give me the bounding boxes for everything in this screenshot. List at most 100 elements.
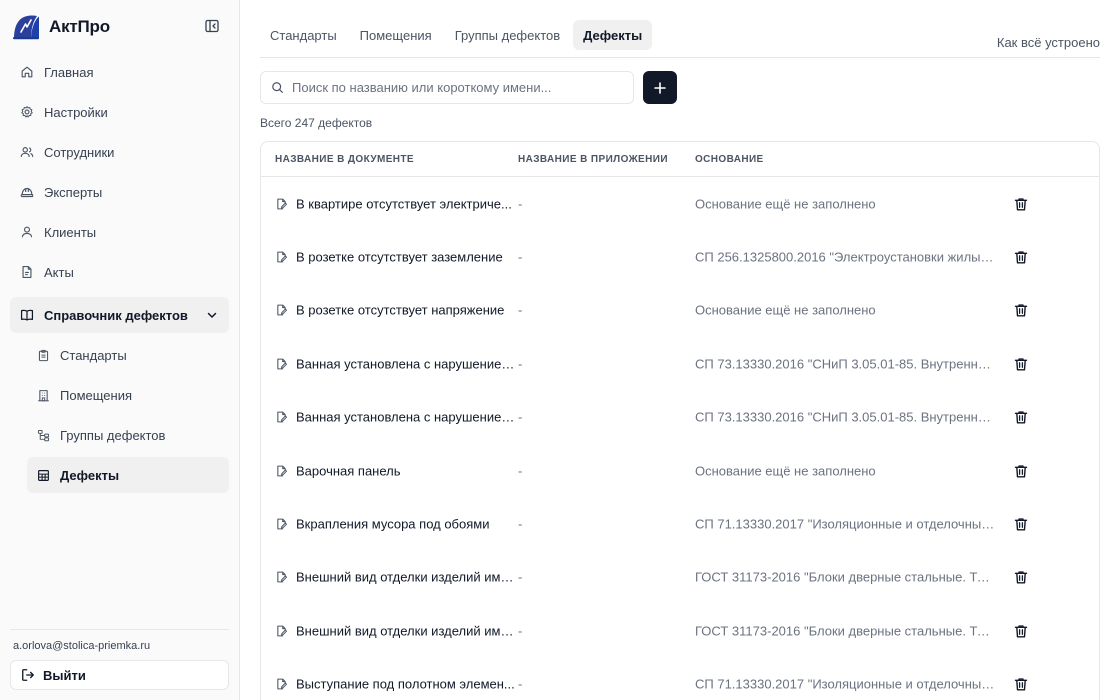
logout-label: Выйти <box>43 667 86 683</box>
tabs: Стандарты Помещения Группы дефектов Дефе… <box>260 20 655 50</box>
trash-icon[interactable] <box>1014 624 1028 638</box>
sidebar-item-acts[interactable]: Акты <box>10 252 229 292</box>
table-header: Название в документе Название в приложен… <box>261 142 1099 177</box>
defect-name: Внешний вид отделки изделий име... <box>296 569 515 585</box>
table-row[interactable]: В розетке отсутствует заземление - СП 25… <box>261 230 1099 283</box>
trash-icon[interactable] <box>1014 464 1028 478</box>
defect-name-cell[interactable]: Внешний вид отделки изделий име... <box>275 623 515 638</box>
app-logo-icon <box>13 15 39 40</box>
clipboard-icon <box>38 349 49 361</box>
sidebar-item-home[interactable]: Главная <box>10 52 229 92</box>
trash-icon[interactable] <box>1014 250 1028 264</box>
defect-name: Варочная панель <box>296 463 401 479</box>
sidebar-item-label: Эксперты <box>44 184 103 200</box>
trash-icon[interactable] <box>1014 677 1028 691</box>
tab-standards[interactable]: Стандарты <box>260 20 347 50</box>
defect-name-cell[interactable]: В квартире отсутствует электриче... <box>275 196 515 211</box>
table-row[interactable]: Ванная установлена с нарушением... - СП … <box>261 391 1099 444</box>
sidebar-group-defects-reference[interactable]: Справочник дефектов <box>10 297 229 333</box>
tab-defect-groups[interactable]: Группы дефектов <box>445 20 570 50</box>
main-content: Стандарты Помещения Группы дефектов Дефе… <box>240 0 1120 700</box>
app-name: АктПро <box>49 17 110 36</box>
sidebar-subitem-defect-groups[interactable]: Группы дефектов <box>27 415 229 455</box>
total-count: Всего 247 дефектов <box>260 116 373 130</box>
app-name-cell: - <box>518 463 523 479</box>
app-name-cell: - <box>518 196 523 212</box>
defect-name-cell[interactable]: В розетке отсутствует напряжение <box>275 303 515 318</box>
user-icon <box>21 226 33 238</box>
tab-defects[interactable]: Дефекты <box>573 20 653 50</box>
trash-icon[interactable] <box>1014 570 1028 584</box>
chevron-down-icon <box>207 312 217 318</box>
sidebar-item-label: Главная <box>44 64 94 80</box>
table-row[interactable]: Ванная установлена с нарушением... - СП … <box>261 337 1099 390</box>
column-header-document-name[interactable]: Название в документе <box>275 154 414 165</box>
home-icon <box>21 66 33 78</box>
add-defect-button[interactable] <box>643 71 677 104</box>
trash-icon[interactable] <box>1014 410 1028 424</box>
app-name-cell: - <box>518 623 523 639</box>
basis-cell: СП 73.13330.2016 "СНиП 3.05.01-85. Внутр… <box>695 356 995 372</box>
defect-name-cell[interactable]: Ванная установлена с нарушением... <box>275 410 515 425</box>
trash-icon[interactable] <box>1014 517 1028 531</box>
edit-document-icon <box>277 625 288 637</box>
sidebar-item-label: Клиенты <box>44 224 97 240</box>
tabs-divider <box>260 57 1100 58</box>
edit-document-icon <box>277 358 288 370</box>
brand[interactable]: АктПро <box>11 14 110 40</box>
basis-cell: СП 71.13330.2017 "Изоляционные и отделоч… <box>695 516 995 532</box>
basis-cell: Основание ещё не заполнено <box>695 196 876 212</box>
column-header-basis[interactable]: Основание <box>695 154 764 165</box>
sidebar-subitem-label: Дефекты <box>60 467 120 483</box>
defect-name-cell[interactable]: Варочная панель <box>275 463 515 478</box>
defect-name-cell[interactable]: Внешний вид отделки изделий име... <box>275 570 515 585</box>
table-row[interactable]: В розетке отсутствует напряжение - Основ… <box>261 284 1099 337</box>
book-icon <box>20 309 34 321</box>
defect-name-cell[interactable]: В розетке отсутствует заземление <box>275 250 515 265</box>
basis-cell: Основание ещё не заполнено <box>695 302 876 318</box>
table-row[interactable]: Вкрапления мусора под обоями - СП 71.133… <box>261 497 1099 550</box>
helmet-icon <box>20 187 34 198</box>
column-header-app-name[interactable]: Название в приложении <box>518 154 668 165</box>
defects-table: Название в документе Название в приложен… <box>260 141 1100 700</box>
defect-name-cell[interactable]: Выступание под полотном элемен... <box>275 677 515 692</box>
plus-icon <box>654 81 666 94</box>
search-input[interactable] <box>292 80 612 95</box>
table-row[interactable]: Внешний вид отделки изделий име... - ГОС… <box>261 604 1099 657</box>
table-row[interactable]: Выступание под полотном элемен... - СП 7… <box>261 658 1099 700</box>
tab-rooms[interactable]: Помещения <box>350 20 442 50</box>
basis-cell: ГОСТ 31173-2016 "Блоки дверные стальные.… <box>695 623 995 639</box>
basis-cell: Основание ещё не заполнено <box>695 463 876 479</box>
sidebar-subnav: Стандарты Помещения Группы дефектов Дефе… <box>10 335 229 493</box>
user-email: a.orlova@stolica-priemka.ru <box>13 640 151 652</box>
defect-name-cell[interactable]: Ванная установлена с нарушением... <box>275 356 515 371</box>
table-row[interactable]: Варочная панель - Основание ещё не запол… <box>261 444 1099 497</box>
document-icon <box>22 266 32 278</box>
sidebar-item-clients[interactable]: Клиенты <box>10 212 229 252</box>
defect-name: Выступание под полотном элемен... <box>296 676 515 692</box>
sidebar-item-label: Настройки <box>44 104 108 120</box>
trash-icon[interactable] <box>1014 303 1028 317</box>
sidebar-item-experts[interactable]: Эксперты <box>10 172 229 212</box>
sidebar-subitem-defects[interactable]: Дефекты <box>27 457 229 493</box>
how-it-works-link[interactable]: Как всё устроено <box>997 35 1100 50</box>
sidebar-subitem-label: Группы дефектов <box>60 427 166 443</box>
trash-icon[interactable] <box>1014 197 1028 211</box>
search-box[interactable] <box>260 71 634 104</box>
app-name-cell: - <box>518 302 523 318</box>
search-icon <box>272 82 283 93</box>
sidebar-item-employees[interactable]: Сотрудники <box>10 132 229 172</box>
defect-name-cell[interactable]: Вкрапления мусора под обоями <box>275 517 515 532</box>
trash-icon[interactable] <box>1014 357 1028 371</box>
defect-name: В розетке отсутствует напряжение <box>296 302 505 318</box>
sidebar-collapse-icon[interactable] <box>204 18 220 34</box>
table-row[interactable]: Внешний вид отделки изделий име... - ГОС… <box>261 551 1099 604</box>
app-name-cell: - <box>518 356 523 372</box>
table-row[interactable]: В квартире отсутствует электриче... - Ос… <box>261 177 1099 230</box>
sidebar-item-label: Сотрудники <box>44 144 115 160</box>
sidebar-subitem-standards[interactable]: Стандарты <box>27 335 229 375</box>
logout-button[interactable]: Выйти <box>10 660 229 690</box>
sidebar-item-settings[interactable]: Настройки <box>10 92 229 132</box>
sidebar-subitem-rooms[interactable]: Помещения <box>27 375 229 415</box>
edit-document-icon <box>277 198 288 210</box>
